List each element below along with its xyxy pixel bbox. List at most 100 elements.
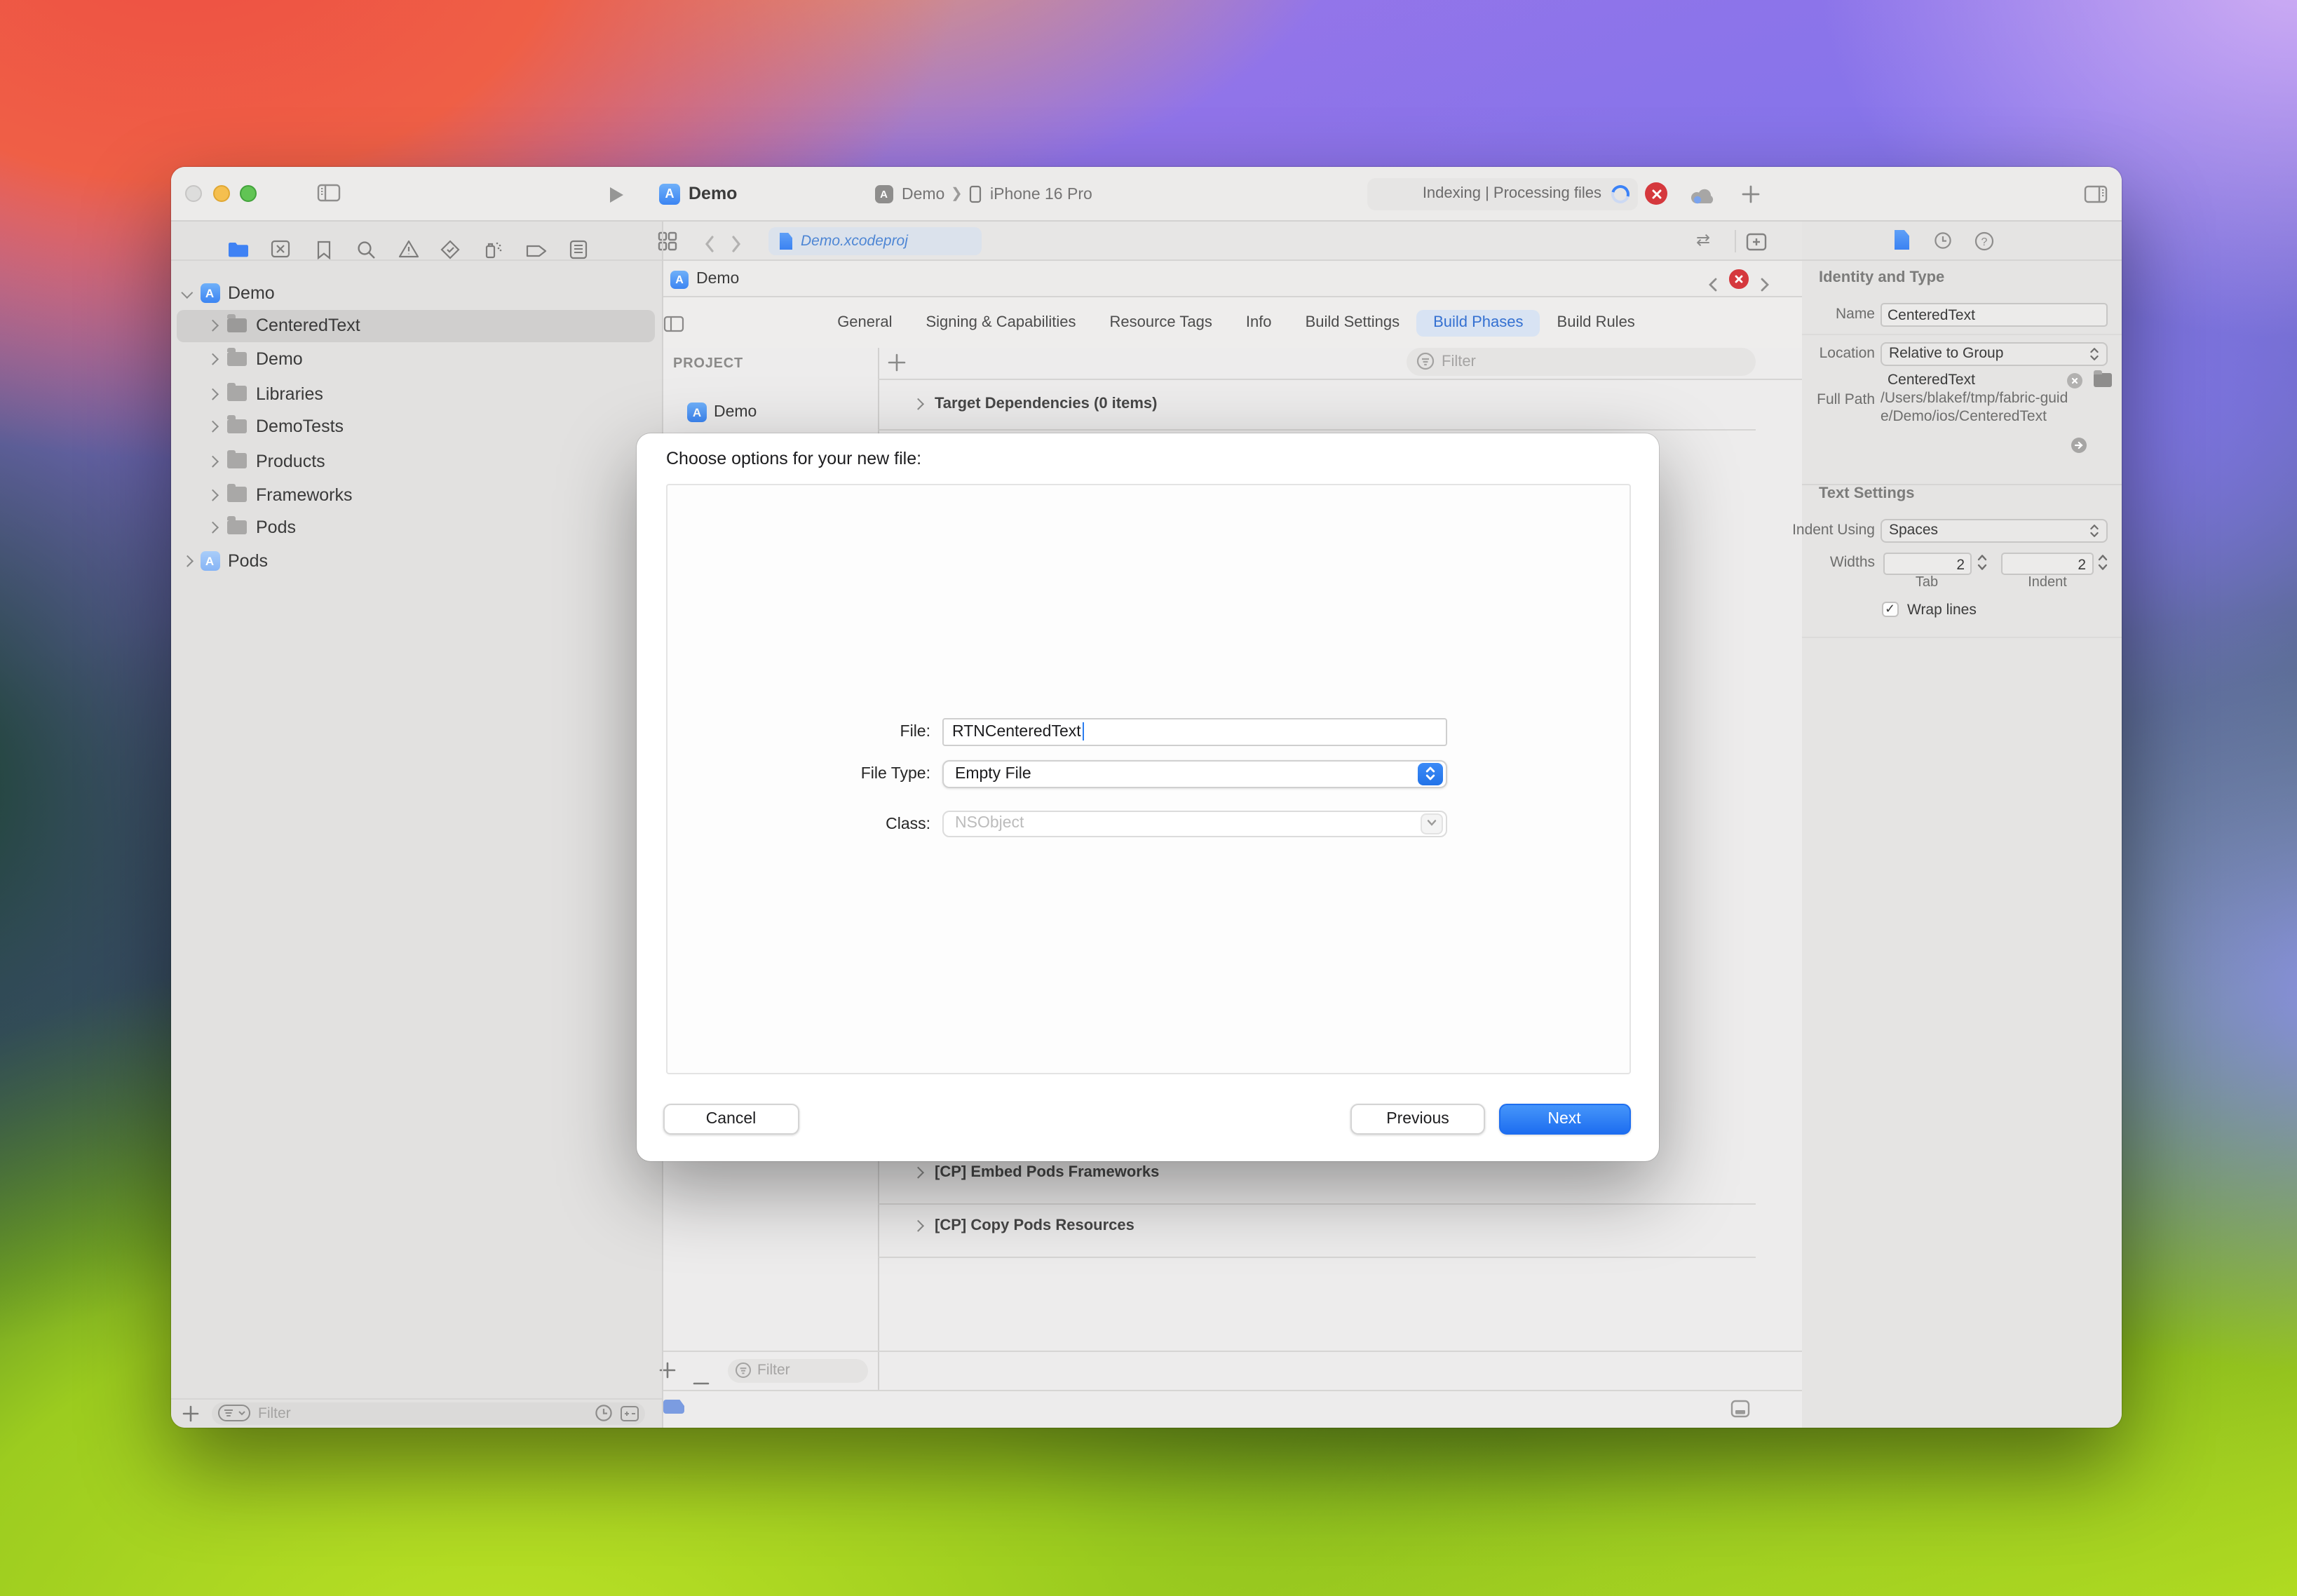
navigator-filter-input[interactable]: Filter [212, 1402, 645, 1424]
project-navigator-icon[interactable] [227, 240, 250, 265]
prev-issue-icon[interactable] [1707, 273, 1717, 299]
text-caret [1083, 722, 1085, 740]
tab-resource-tags[interactable]: Resource Tags [1093, 309, 1229, 336]
tree-item-pods-group[interactable]: Pods [177, 511, 655, 543]
tab-overview-icon[interactable] [657, 231, 677, 258]
chevron-down-icon[interactable] [182, 287, 194, 298]
chevron-right-icon[interactable] [208, 421, 219, 432]
new-file-options-dialog: Choose options for your new file: File: … [636, 433, 1658, 1161]
folder-icon [226, 318, 246, 333]
add-build-phase-button[interactable] [888, 353, 906, 379]
chevron-right-icon[interactable] [208, 320, 219, 331]
debug-navigator-icon[interactable] [482, 239, 501, 266]
clear-icon[interactable] [2067, 372, 2082, 388]
targets-filter-input[interactable]: Filter [728, 1358, 867, 1382]
chevron-right-icon[interactable] [913, 398, 924, 410]
add-editor-icon[interactable] [1745, 232, 1766, 257]
build-phases-filter-input[interactable]: Filter [1407, 347, 1755, 375]
dialog-title: Choose options for your new file: [666, 448, 921, 468]
outline-toggle-icon[interactable] [663, 314, 684, 339]
editor-mode-icon[interactable] [663, 1400, 684, 1414]
breakpoints-navigator-icon[interactable] [526, 241, 547, 266]
zoom-button[interactable] [240, 185, 257, 202]
tab-build-rules[interactable]: Build Rules [1540, 309, 1652, 336]
chevron-right-icon[interactable] [208, 489, 219, 500]
tab-info[interactable]: Info [1229, 309, 1289, 336]
file-name-input[interactable]: RTNCenteredText [942, 717, 1446, 745]
tests-navigator-icon[interactable] [440, 239, 460, 266]
chevron-right-icon[interactable] [913, 1167, 924, 1178]
tree-item-centeredtext[interactable]: CenteredText [177, 309, 655, 341]
file-inspector-icon[interactable] [1894, 230, 1909, 250]
tree-item-demo-group[interactable]: Demo [177, 343, 655, 375]
add-file-button[interactable] [182, 1403, 198, 1428]
split-editor-swap-icon[interactable]: ⇄ [1696, 230, 1710, 250]
location-label: Location [1802, 344, 1875, 361]
scheme-name[interactable]: Demo [902, 186, 944, 203]
run-destination[interactable]: iPhone 16 Pro [990, 186, 1092, 203]
tab-general[interactable]: General [820, 309, 909, 336]
row-target-dependencies[interactable]: Target Dependencies (0 items) [914, 395, 1157, 412]
close-button[interactable] [185, 185, 202, 202]
chevron-right-icon[interactable] [208, 455, 219, 466]
tab-demo-xcodeproj[interactable]: Demo.xcodeproj [768, 227, 982, 255]
forward-icon[interactable] [730, 234, 741, 259]
toggle-left-sidebar-icon[interactable] [317, 184, 341, 209]
name-field[interactable]: CenteredText [1881, 303, 2108, 327]
bookmarks-navigator-icon[interactable] [316, 239, 332, 266]
back-icon[interactable] [703, 234, 714, 259]
tree-item-demotests[interactable]: DemoTests [177, 410, 655, 442]
run-button[interactable] [607, 185, 625, 212]
jump-bar-item[interactable]: Demo [696, 271, 739, 288]
chevron-right-icon[interactable] [208, 353, 219, 365]
tab-width-stepper[interactable] [1976, 551, 1988, 581]
tab-build-phases[interactable]: Build Phases [1416, 309, 1540, 336]
tab-width-field[interactable]: 2 [1883, 552, 1972, 574]
cancel-button[interactable]: Cancel [663, 1104, 799, 1135]
source-control-navigator-icon[interactable] [271, 240, 290, 265]
file-type-popup[interactable]: Empty File [942, 759, 1446, 788]
location-popup[interactable]: Relative to Group [1881, 341, 2108, 366]
indent-using-popup[interactable]: Spaces [1881, 518, 2108, 542]
chevron-right-icon[interactable] [208, 522, 219, 533]
choose-folder-icon[interactable] [2094, 374, 2112, 387]
toggle-debug-area-icon[interactable] [1730, 1400, 1749, 1425]
chevron-right-icon[interactable] [913, 1220, 924, 1231]
tab-build-settings[interactable]: Build Settings [1289, 309, 1417, 336]
wrap-lines-checkbox[interactable]: ✓ [1882, 601, 1898, 617]
next-button[interactable]: Next [1498, 1104, 1630, 1135]
toggle-right-sidebar-icon[interactable] [2084, 185, 2108, 210]
recent-files-icon [595, 1405, 613, 1423]
tree-item-frameworks[interactable]: Frameworks [177, 478, 655, 510]
row-embed-pods-frameworks[interactable]: [CP] Embed Pods Frameworks [914, 1164, 1159, 1181]
tree-item-pods-project[interactable]: Pods [177, 545, 655, 577]
tree-item-products[interactable]: Products [177, 445, 655, 477]
next-issue-icon[interactable] [1759, 273, 1769, 299]
minimize-button[interactable] [212, 185, 229, 202]
remove-target-button[interactable] [692, 1367, 709, 1393]
reports-navigator-icon[interactable] [569, 239, 587, 266]
scheme-icon[interactable] [875, 185, 893, 203]
find-navigator-icon[interactable] [356, 239, 376, 266]
tab-signing-capabilities[interactable]: Signing & Capabilities [909, 309, 1092, 336]
indent-width-stepper[interactable] [2096, 551, 2109, 581]
issue-badge[interactable] [1729, 269, 1748, 288]
tab-caption: Tab [1885, 575, 1969, 590]
indent-width-field[interactable]: 2 [2000, 552, 2093, 574]
class-combo[interactable]: NSObject [942, 810, 1446, 837]
sidebar-project-demo[interactable]: Demo [687, 402, 757, 421]
open-path-arrow-icon[interactable] [2071, 437, 2087, 452]
tree-item-libraries[interactable]: Libraries [177, 377, 655, 410]
chevron-right-icon[interactable] [182, 555, 194, 567]
add-button[interactable] [1742, 185, 1760, 210]
row-copy-pods-resources[interactable]: [CP] Copy Pods Resources [914, 1217, 1134, 1234]
history-inspector-icon[interactable] [1933, 231, 1951, 257]
previous-button[interactable]: Previous [1350, 1104, 1485, 1135]
chevron-right-icon[interactable] [208, 388, 219, 399]
issues-navigator-icon[interactable] [398, 240, 419, 265]
identity-header: Identity and Type [1819, 269, 1944, 285]
help-inspector-icon[interactable]: ? [1974, 231, 1993, 257]
cloud-icon[interactable] [1690, 187, 1716, 212]
error-badge[interactable] [1645, 182, 1667, 205]
tree-item-demo-project[interactable]: Demo [177, 276, 655, 309]
